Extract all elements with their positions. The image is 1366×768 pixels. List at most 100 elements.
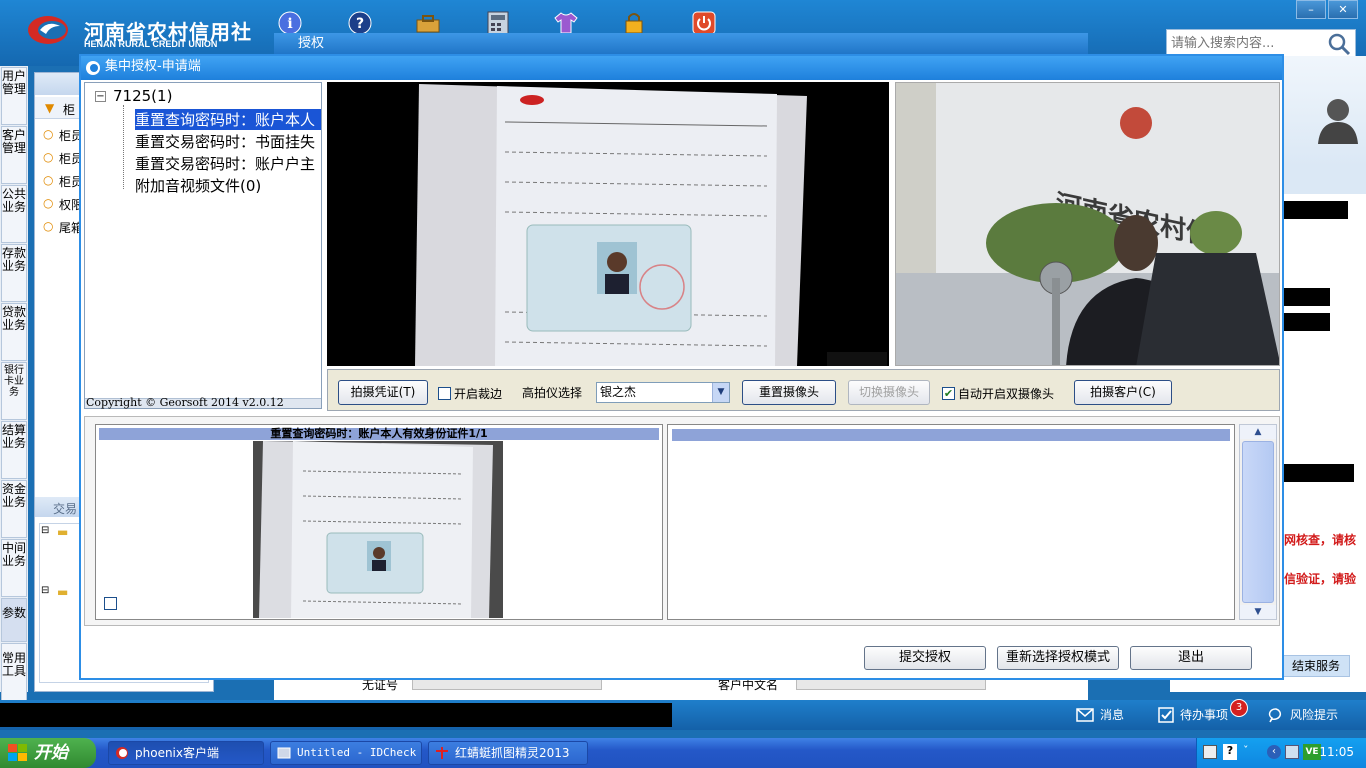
dialog-title-bar: 集中授权-申请端 <box>81 56 1282 80</box>
risk-alert-button[interactable]: 风险提示 <box>1268 705 1338 725</box>
voucher-tree: − 7125(1) 重置查询密码时：账户本人 重置交易密码时：书面挂失 重置交易… <box>84 82 322 409</box>
network-icon[interactable] <box>1285 745 1299 759</box>
tree-expand-icon[interactable]: ⊟ <box>41 525 49 536</box>
tree-item[interactable]: 重置交易密码时：书面挂失 <box>135 131 315 152</box>
redacted-status-area <box>0 703 672 727</box>
dialog-title: 集中授权-申请端 <box>105 59 201 74</box>
start-button[interactable]: 开始 <box>0 738 96 768</box>
nav-tab-customer-mgmt[interactable]: 客户管理 <box>1 126 27 184</box>
bullet-icon: ○ <box>43 173 54 187</box>
close-button[interactable]: ✕ <box>1328 0 1358 19</box>
search-input[interactable] <box>1167 30 1327 56</box>
tree-collapse-icon[interactable]: − <box>95 91 106 102</box>
bullet-icon: ○ <box>43 127 54 141</box>
avatar-icon <box>1318 99 1358 144</box>
redacted-block <box>1282 288 1330 306</box>
search-box <box>1166 29 1356 57</box>
task-phoenix[interactable]: phoenix客户端 <box>108 741 264 765</box>
speech-bubble-icon <box>1268 708 1282 723</box>
nav-tab-public[interactable]: 公共业务 <box>1 185 27 243</box>
customer-photo: 河南省农村信 <box>896 83 1279 365</box>
todo-label: 待办事项 <box>1180 708 1229 722</box>
collapse-arrow-icon[interactable]: ▼ <box>45 101 54 115</box>
nav-tab-tools[interactable]: 常用工具 <box>1 643 27 705</box>
capture-voucher-button[interactable]: 拍摄凭证(T) <box>338 380 428 405</box>
end-service-button[interactable]: 结束服务 <box>1282 655 1350 677</box>
scroll-thumb[interactable] <box>1242 441 1274 603</box>
document-photo <box>327 82 889 366</box>
capture-customer-button[interactable]: 拍摄客户(C) <box>1074 380 1172 405</box>
submit-auth-button[interactable]: 提交授权 <box>864 646 986 670</box>
tree-item-selected[interactable]: 重置查询密码时：账户本人 <box>135 109 321 130</box>
nav-tab-user-mgmt[interactable]: 用户管理 <box>1 67 27 125</box>
tree-item[interactable]: 重置交易密码时：账户户主 <box>135 153 315 174</box>
reselect-mode-button[interactable]: 重新选择授权模式 <box>997 646 1119 670</box>
redacted-block <box>1282 313 1330 331</box>
auth-window-title-text: 授权 <box>298 36 325 51</box>
document-camera-view <box>327 82 889 366</box>
auto-dual-camera-box[interactable]: ✔ <box>942 387 955 400</box>
nav-tab-settlement[interactable]: 结算业务 <box>1 421 27 479</box>
scroll-down-icon[interactable]: ▼ <box>1240 605 1276 619</box>
task-label: phoenix客户端 <box>135 746 219 760</box>
scroll-up-icon[interactable]: ▲ <box>1240 425 1276 439</box>
nav-tab-deposit[interactable]: 存款业务 <box>1 244 27 302</box>
vpn-icon[interactable]: VE <box>1303 744 1321 760</box>
tree-expand-icon[interactable]: ⊟ <box>41 585 49 596</box>
bullet-icon: ○ <box>43 150 54 164</box>
exit-button[interactable]: 退出 <box>1130 646 1252 670</box>
nav-tab-loan[interactable]: 贷款业务 <box>1 303 27 361</box>
device-select-value: 银之杰 <box>600 385 637 399</box>
device-select-label: 高拍仪选择 <box>522 386 583 400</box>
ime-icon[interactable]: ˇ <box>1243 744 1249 757</box>
idcheck-app-icon <box>277 747 291 759</box>
help-tray-icon[interactable]: ? <box>1223 744 1237 760</box>
preview-vertical-scrollbar[interactable]: ▲ ▼ <box>1239 424 1277 620</box>
todo-count-badge: 3 <box>1230 699 1248 717</box>
alert-link[interactable]: 信验证，请验 <box>1284 570 1356 587</box>
windows-logo-icon <box>8 744 27 761</box>
customer-preview-caption <box>672 429 1230 441</box>
nav-tab-card[interactable]: 银行卡业务 <box>1 362 27 420</box>
keyboard-icon[interactable] <box>1203 745 1217 759</box>
svg-text:?: ? <box>356 16 364 32</box>
clock: 11:05 <box>1319 745 1354 759</box>
expand-tray-icon[interactable]: ‹ <box>1267 745 1281 759</box>
reset-camera-button[interactable]: 重置摄像头 <box>742 380 836 405</box>
nav-tab-intermediary[interactable]: 中间业务 <box>1 539 27 597</box>
customer-preview-card <box>667 424 1235 620</box>
task-capture-tool[interactable]: 红蜻蜓抓图精灵2013 <box>428 741 588 765</box>
voucher-thumbnail-image <box>253 441 503 618</box>
messages-label: 消息 <box>1100 708 1125 722</box>
redacted-block <box>1282 201 1348 219</box>
tree-root[interactable]: 7125(1) <box>113 87 172 105</box>
task-idcheck[interactable]: Untitled - IDCheck <box>270 741 422 765</box>
tree-item[interactable]: 附加音视频文件(0) <box>135 175 261 196</box>
folder-icon: ▬ <box>57 585 69 599</box>
voucher-thumbnail[interactable] <box>253 441 503 618</box>
task-label: 红蜻蜓抓图精灵2013 <box>455 746 570 760</box>
alert-link[interactable]: 网核查，请核 <box>1284 531 1356 548</box>
minimize-button[interactable]: – <box>1296 0 1326 19</box>
auto-dual-camera-label: 自动开启双摄像头 <box>958 387 1055 401</box>
chevron-down-icon[interactable]: ▼ <box>712 383 729 402</box>
nav-tab-params[interactable]: 参数 <box>1 598 27 642</box>
search-icon[interactable] <box>1327 32 1351 56</box>
panel-group-partial: 柜 <box>63 103 76 117</box>
auth-window-title: 授权 <box>274 33 1088 55</box>
device-select[interactable]: 银之杰 ▼ <box>596 382 730 403</box>
enable-crop-box[interactable] <box>438 387 451 400</box>
nav-tab-funds[interactable]: 资金业务 <box>1 480 27 538</box>
customer-camera-view: 河南省农村信 <box>895 82 1280 366</box>
todo-button[interactable]: 待办事项 <box>1158 705 1228 725</box>
voucher-select-checkbox[interactable] <box>104 597 117 610</box>
messages-button[interactable]: 消息 <box>1076 705 1124 725</box>
enable-crop-checkbox[interactable]: 开启裁边 <box>438 385 502 402</box>
phoenix-app-icon <box>116 747 128 759</box>
redacted-block <box>1282 464 1354 482</box>
switch-camera-button[interactable]: 切换摄像头 <box>848 380 930 405</box>
auto-dual-camera-checkbox[interactable]: ✔ 自动开启双摄像头 <box>942 385 1054 402</box>
start-label: 开始 <box>34 743 68 763</box>
task-label: Untitled - IDCheck <box>297 746 417 759</box>
lower-panel-header-partial: 交易 <box>53 502 78 516</box>
